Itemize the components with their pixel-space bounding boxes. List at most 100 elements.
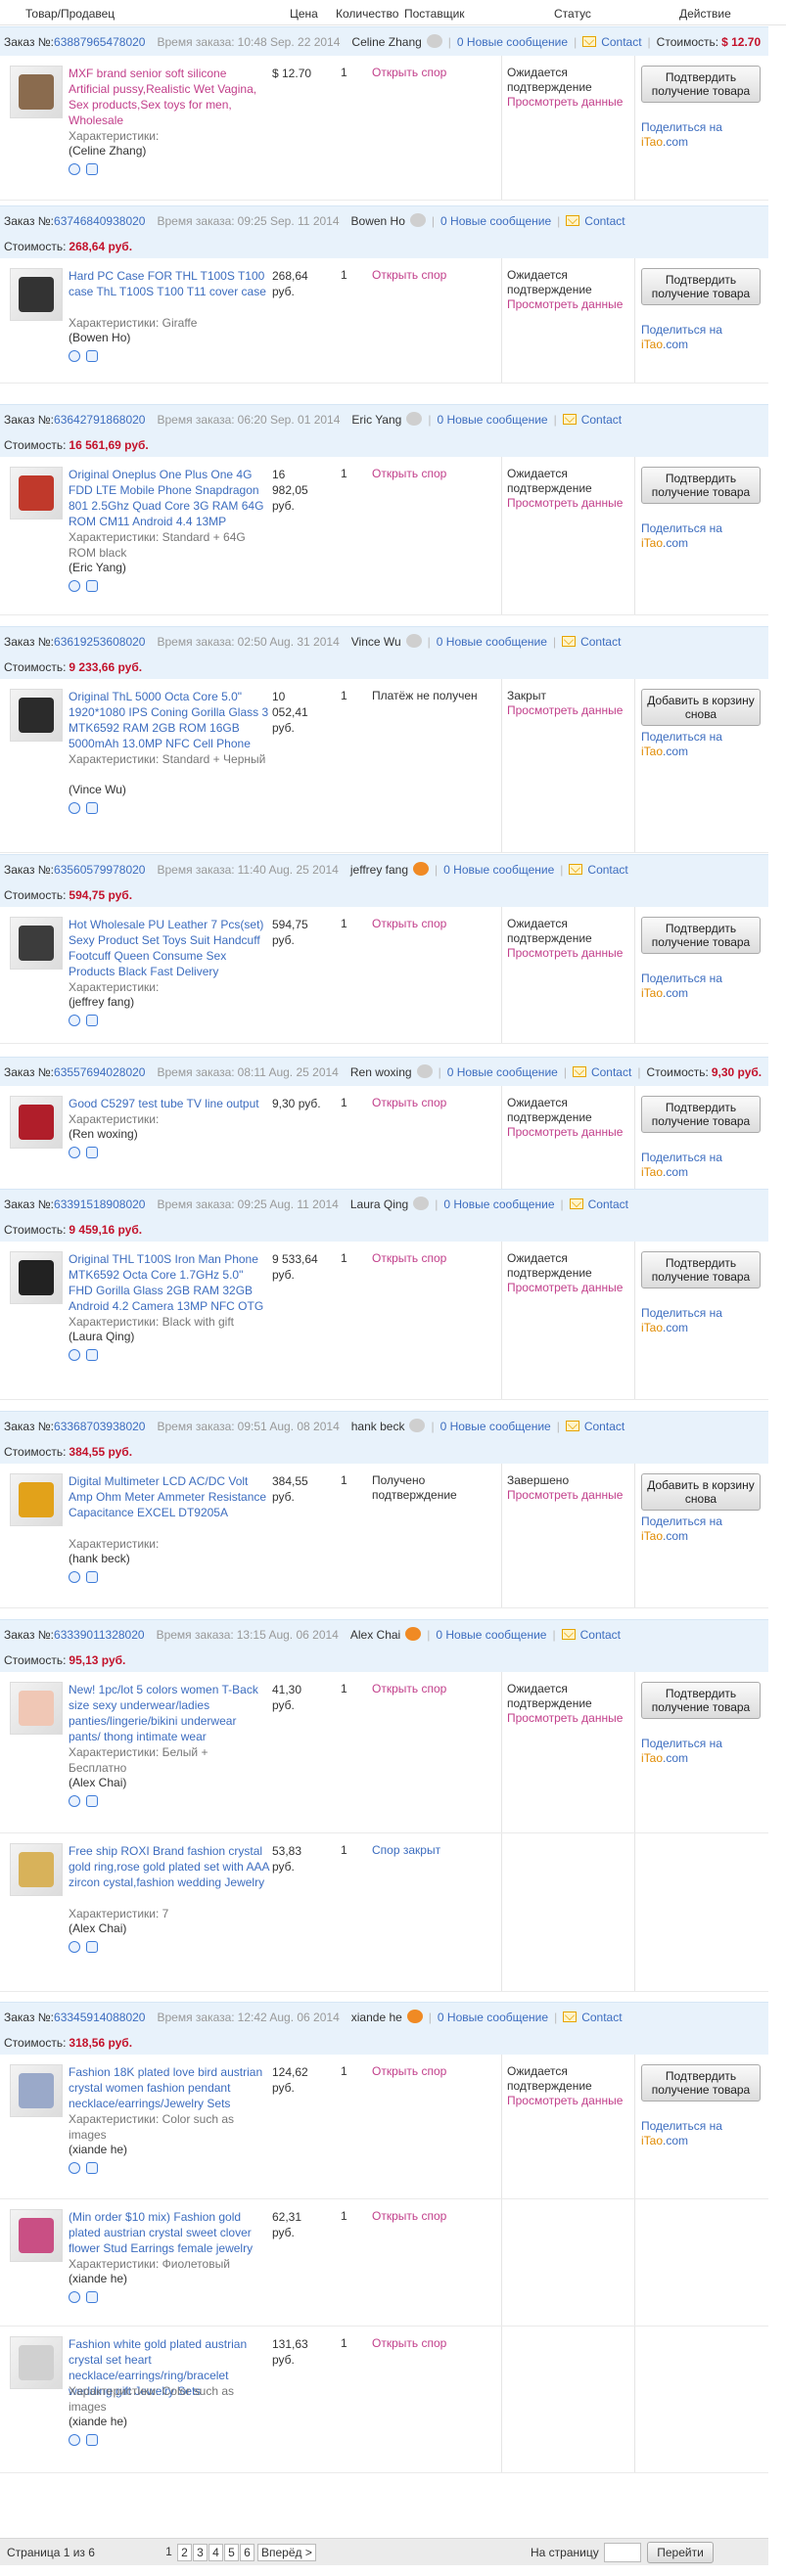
product-thumbnail[interactable] <box>10 1682 63 1735</box>
contact-link[interactable]: Contact <box>580 1628 621 1642</box>
product-title-link[interactable]: Digital Multimeter LCD AC/DC Volt Amp Oh… <box>69 1473 269 1520</box>
clock-icon[interactable] <box>69 1015 80 1026</box>
page-link-4[interactable]: 4 <box>208 2544 223 2561</box>
action-button[interactable]: Подтвердить получение товара <box>641 66 761 103</box>
dispute-link[interactable]: Платёж не получен <box>372 689 489 703</box>
product-title-link[interactable]: Original ThL 5000 Octa Core 5.0" 1920*10… <box>69 689 269 751</box>
new-messages-link[interactable]: 0 Новые сообщение <box>440 214 551 228</box>
order-seller[interactable]: Bowen Ho <box>351 214 405 228</box>
page-link-6[interactable]: 6 <box>240 2544 254 2561</box>
order-number[interactable]: 63619253608020 <box>54 635 145 649</box>
clock-icon[interactable] <box>69 2291 80 2303</box>
product-thumbnail[interactable] <box>10 2064 63 2117</box>
new-messages-link[interactable]: 0 Новые сообщение <box>443 1198 554 1211</box>
next-page-link[interactable]: Вперёд > <box>257 2544 316 2561</box>
order-number[interactable]: 63887965478020 <box>54 35 145 49</box>
order-number[interactable]: 63368703938020 <box>54 1420 145 1433</box>
order-number[interactable]: 63557694028020 <box>54 1065 145 1079</box>
contact-link[interactable]: Contact <box>581 2011 622 2024</box>
new-messages-link[interactable]: 0 Новые сообщение <box>440 1420 551 1433</box>
clock-icon[interactable] <box>69 1349 80 1361</box>
snapshot-icon[interactable] <box>86 163 98 175</box>
page-link-3[interactable]: 3 <box>193 2544 208 2561</box>
dispute-link[interactable]: Открыть спор <box>372 2209 446 2223</box>
product-title-link[interactable]: Fashion 18K plated love bird austrian cr… <box>69 2064 269 2111</box>
share-itao-link[interactable]: Поделиться на iTao.com <box>641 521 722 551</box>
product-title-link[interactable]: Good C5297 test tube TV line output <box>69 1096 269 1111</box>
dispute-link[interactable]: Открыть спор <box>372 1096 446 1109</box>
product-thumbnail[interactable] <box>10 917 63 970</box>
action-button[interactable]: Подтвердить получение товара <box>641 268 761 305</box>
page-link-5[interactable]: 5 <box>224 2544 239 2561</box>
action-button[interactable]: Подтвердить получение товара <box>641 1251 761 1288</box>
product-thumbnail[interactable] <box>10 2209 63 2262</box>
view-details-link[interactable]: Просмотреть данные <box>507 95 632 110</box>
order-seller[interactable]: Laura Qing <box>350 1198 408 1211</box>
new-messages-link[interactable]: 0 Новые сообщение <box>443 863 554 877</box>
product-title-link[interactable]: New! 1pc/lot 5 colors women T-Back size … <box>69 1682 269 1744</box>
product-thumbnail[interactable] <box>10 467 63 520</box>
clock-icon[interactable] <box>69 1941 80 1953</box>
dispute-link[interactable]: Открыть спор <box>372 2336 446 2350</box>
clock-icon[interactable] <box>69 580 80 592</box>
go-button[interactable]: Перейти <box>647 2542 714 2563</box>
order-seller[interactable]: hank beck <box>351 1420 405 1433</box>
order-number[interactable]: 63642791868020 <box>54 413 145 427</box>
view-details-link[interactable]: Просмотреть данные <box>507 2094 632 2108</box>
clock-icon[interactable] <box>69 2162 80 2174</box>
product-title-link[interactable]: Hot Wholesale PU Leather 7 Pcs(set) Sexy… <box>69 917 269 979</box>
view-details-link[interactable]: Просмотреть данные <box>507 1125 632 1140</box>
snapshot-icon[interactable] <box>86 802 98 814</box>
page-link-1[interactable]: 1 <box>162 2544 176 2561</box>
view-details-link[interactable]: Просмотреть данные <box>507 1281 632 1295</box>
contact-link[interactable]: Contact <box>591 1065 631 1079</box>
snapshot-icon[interactable] <box>86 350 98 362</box>
dispute-link[interactable]: Открыть спор <box>372 2064 446 2078</box>
new-messages-link[interactable]: 0 Новые сообщение <box>457 35 568 49</box>
product-thumbnail[interactable] <box>10 268 63 321</box>
product-title-link[interactable]: (Min order $10 mix) Fashion gold plated … <box>69 2209 269 2256</box>
clock-icon[interactable] <box>69 163 80 175</box>
order-seller[interactable]: Alex Chai <box>350 1628 400 1642</box>
order-number[interactable]: 63345914088020 <box>54 2011 145 2024</box>
page-link-2[interactable]: 2 <box>177 2544 192 2561</box>
view-details-link[interactable]: Просмотреть данные <box>507 946 632 961</box>
order-seller[interactable]: jeffrey fang <box>350 863 408 877</box>
action-button[interactable]: Подтвердить получение товара <box>641 917 761 954</box>
product-thumbnail[interactable] <box>10 689 63 742</box>
new-messages-link[interactable]: 0 Новые сообщение <box>437 635 547 649</box>
dispute-link[interactable]: Открыть спор <box>372 1251 446 1265</box>
product-title-link[interactable]: Original THL T100S Iron Man Phone MTK659… <box>69 1251 269 1314</box>
product-thumbnail[interactable] <box>10 1096 63 1149</box>
dispute-link[interactable]: Открыть спор <box>372 467 446 480</box>
share-itao-link[interactable]: Поделиться на iTao.com <box>641 1737 722 1766</box>
contact-link[interactable]: Contact <box>584 1420 624 1433</box>
action-button[interactable]: Подтвердить получение товара <box>641 467 761 504</box>
order-number[interactable]: 63339011328020 <box>54 1628 145 1642</box>
snapshot-icon[interactable] <box>86 1015 98 1026</box>
view-details-link[interactable]: Просмотреть данные <box>507 496 632 511</box>
dispute-link[interactable]: Открыть спор <box>372 66 446 79</box>
clock-icon[interactable] <box>69 1571 80 1583</box>
view-details-link[interactable]: Просмотреть данные <box>507 1488 632 1503</box>
product-thumbnail[interactable] <box>10 1473 63 1526</box>
product-title-link[interactable]: Free ship ROXI Brand fashion crystal gol… <box>69 1843 269 1890</box>
share-itao-link[interactable]: Поделиться на iTao.com <box>641 972 722 1001</box>
product-title-link[interactable]: Original Oneplus One Plus One 4G FDD LTE… <box>69 467 269 529</box>
new-messages-link[interactable]: 0 Новые сообщение <box>436 1628 546 1642</box>
snapshot-icon[interactable] <box>86 2162 98 2174</box>
product-thumbnail[interactable] <box>10 1251 63 1304</box>
clock-icon[interactable] <box>69 2434 80 2446</box>
clock-icon[interactable] <box>69 350 80 362</box>
action-button[interactable]: Добавить в корзину снова <box>641 689 761 726</box>
order-number[interactable]: 63560579978020 <box>54 863 145 877</box>
snapshot-icon[interactable] <box>86 1571 98 1583</box>
snapshot-icon[interactable] <box>86 1147 98 1158</box>
action-button[interactable]: Подтвердить получение товара <box>641 1096 761 1133</box>
contact-link[interactable]: Contact <box>581 413 622 427</box>
view-details-link[interactable]: Просмотреть данные <box>507 703 632 718</box>
order-seller[interactable]: Eric Yang <box>351 413 401 427</box>
action-button[interactable]: Подтвердить получение товара <box>641 1682 761 1719</box>
share-itao-link[interactable]: Поделиться на iTao.com <box>641 1151 722 1180</box>
share-itao-link[interactable]: Поделиться на iTao.com <box>641 1306 722 1335</box>
